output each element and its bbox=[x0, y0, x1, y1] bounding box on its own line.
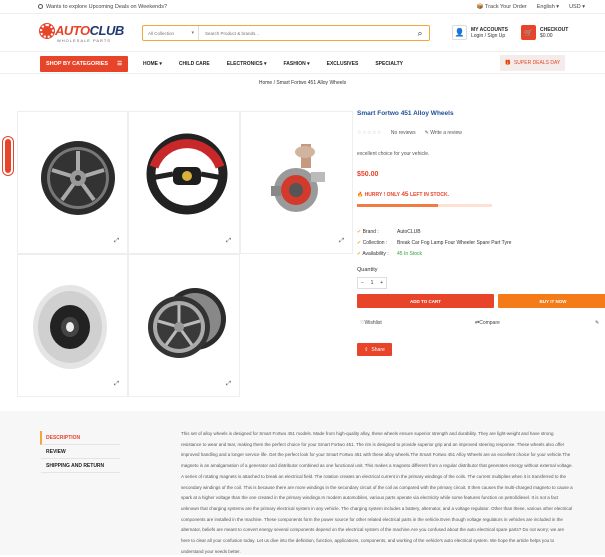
brand-value[interactable]: AutoCLUB bbox=[397, 229, 421, 235]
description-text: This set of alloy wheels is designed for… bbox=[181, 431, 573, 554]
logo-tagline: WHOLESALE PARTS bbox=[57, 38, 111, 43]
product-image-5[interactable]: ⤢ bbox=[128, 254, 240, 397]
quantity-label: Quantity bbox=[357, 267, 378, 273]
stock-warning: 🔥 HURRY ! ONLY 45 LEFT IN STOCK. bbox=[357, 191, 450, 198]
short-description: excellent choice for your vehicle. bbox=[357, 151, 430, 157]
promo-text: Wants to explore Upcoming Deals on Weeke… bbox=[38, 4, 167, 10]
product-info-list: Brand :AutoCLUB Collection :Break Car Fo… bbox=[357, 226, 511, 259]
product-title: Smart Fortwo 451 Alloy Wheels bbox=[357, 110, 454, 117]
minus-icon[interactable]: − bbox=[361, 280, 364, 286]
nav-child-care[interactable]: CHILD CARE bbox=[179, 61, 210, 67]
expand-icon[interactable]: ⤢ bbox=[226, 238, 231, 245]
write-review-link[interactable]: ✎ Write a review bbox=[425, 130, 462, 136]
top-bar: Wants to explore Upcoming Deals on Weeke… bbox=[0, 0, 605, 14]
tab-description[interactable]: DESCRIPTION bbox=[40, 431, 120, 445]
stock-progress-bar bbox=[357, 204, 492, 207]
tab-shipping[interactable]: SHIPPING AND RETURN bbox=[40, 459, 120, 473]
search-input[interactable] bbox=[199, 30, 411, 36]
share-icon: ⇪ bbox=[364, 346, 369, 353]
expand-icon[interactable]: ⤢ bbox=[339, 238, 344, 245]
currency-select[interactable]: USD ▾ bbox=[569, 4, 585, 10]
expand-icon[interactable]: ⤢ bbox=[226, 381, 231, 388]
side-tab[interactable] bbox=[3, 137, 13, 175]
alloy-wheel-image bbox=[41, 141, 115, 215]
plus-icon[interactable]: + bbox=[380, 280, 383, 286]
share-button[interactable]: ⇪ Share bbox=[357, 343, 392, 356]
nav-specialty[interactable]: SPECIALTY bbox=[375, 61, 403, 67]
header: AUTOCLUB WHOLESALE PARTS All Collection … bbox=[0, 14, 605, 52]
collection-value[interactable]: Break Car Fog Lamp Four Wheeler Spare Pa… bbox=[397, 240, 511, 246]
product-image-1[interactable]: ⤢ bbox=[17, 111, 128, 254]
logo[interactable]: AUTOCLUB WHOLESALE PARTS bbox=[40, 22, 124, 44]
info-icon bbox=[38, 4, 43, 9]
buy-now-button[interactable]: BUY IT NOW bbox=[498, 294, 605, 308]
product-image-2[interactable]: ⤢ bbox=[128, 111, 240, 254]
edit-icon[interactable]: ✎ bbox=[595, 320, 599, 326]
brake-disc-image bbox=[33, 285, 107, 369]
checkout-link[interactable]: 🛒 CHECKOUT $0.00 bbox=[521, 25, 568, 40]
cart-icon: 🛒 bbox=[521, 25, 536, 40]
track-order-link[interactable]: 📦 Track Your Order bbox=[477, 4, 527, 10]
reviews-row: ☆☆☆☆☆ No reviews ✎ Write a review bbox=[357, 130, 462, 136]
nav-home[interactable]: HOME ▾ bbox=[143, 61, 162, 67]
product-details-section: DESCRIPTION REVIEW SHIPPING AND RETURN T… bbox=[0, 411, 605, 555]
steering-wheel-image bbox=[146, 133, 228, 215]
main-nav: SHOP BY CATEGORIES ☰ HOME ▾ CHILD CARE EL… bbox=[0, 52, 605, 74]
product-price: $50.00 bbox=[357, 171, 379, 178]
turbocharger-image bbox=[271, 144, 325, 212]
rating-stars-icon: ☆☆☆☆☆ bbox=[357, 130, 382, 136]
nav-exclusives[interactable]: EXCLUSIVES bbox=[327, 61, 359, 67]
search-bar: All Collection ⌕ bbox=[142, 25, 430, 41]
compare-button[interactable]: ⇄ Compare bbox=[475, 320, 500, 326]
stock-progress-fill bbox=[357, 204, 438, 207]
fire-icon: 🔥 bbox=[357, 192, 364, 198]
breadcrumb-home[interactable]: Home bbox=[259, 80, 272, 86]
search-icon[interactable]: ⌕ bbox=[411, 26, 429, 40]
gift-icon: 🎁 bbox=[504, 60, 511, 66]
quantity-stepper[interactable]: − 1 + bbox=[357, 277, 387, 289]
super-deals-button[interactable]: 🎁 SUPER DEALS DAY bbox=[500, 55, 565, 71]
add-to-cart-button[interactable]: ADD TO CART bbox=[357, 294, 494, 308]
search-category-select[interactable]: All Collection bbox=[143, 26, 199, 40]
details-tabs: DESCRIPTION REVIEW SHIPPING AND RETURN bbox=[40, 431, 120, 473]
shop-by-categories-button[interactable]: SHOP BY CATEGORIES ☰ bbox=[40, 56, 128, 72]
menu-icon: ☰ bbox=[117, 61, 122, 67]
expand-icon[interactable]: ⤢ bbox=[114, 381, 119, 388]
wheel-pair-image bbox=[148, 288, 226, 358]
product-image-4[interactable]: ⤢ bbox=[17, 254, 128, 397]
nav-electronics[interactable]: ELECTRONICS ▾ bbox=[227, 61, 267, 67]
product-image-3[interactable]: ⤢ bbox=[240, 111, 353, 254]
quantity-value[interactable]: 1 bbox=[371, 280, 374, 286]
account-link[interactable]: 👤 MY ACCOUNTS Login / Sign Up bbox=[452, 25, 508, 40]
no-reviews-label: No reviews bbox=[390, 130, 416, 136]
breadcrumb-current: Smart Fortwo 451 Alloy Wheels bbox=[276, 80, 347, 86]
user-icon: 👤 bbox=[452, 25, 467, 40]
wishlist-button[interactable]: ♡ Wishlist bbox=[360, 320, 382, 326]
gear-icon bbox=[40, 24, 54, 38]
breadcrumb: Home / Smart Fortwo 451 Alloy Wheels bbox=[258, 80, 347, 86]
nav-fashion[interactable]: FASHION ▾ bbox=[284, 61, 310, 67]
tab-review[interactable]: REVIEW bbox=[40, 445, 120, 459]
availability-value: 45 In Stock bbox=[397, 250, 423, 257]
expand-icon[interactable]: ⤢ bbox=[114, 238, 119, 245]
language-select[interactable]: English ▾ bbox=[537, 4, 559, 10]
